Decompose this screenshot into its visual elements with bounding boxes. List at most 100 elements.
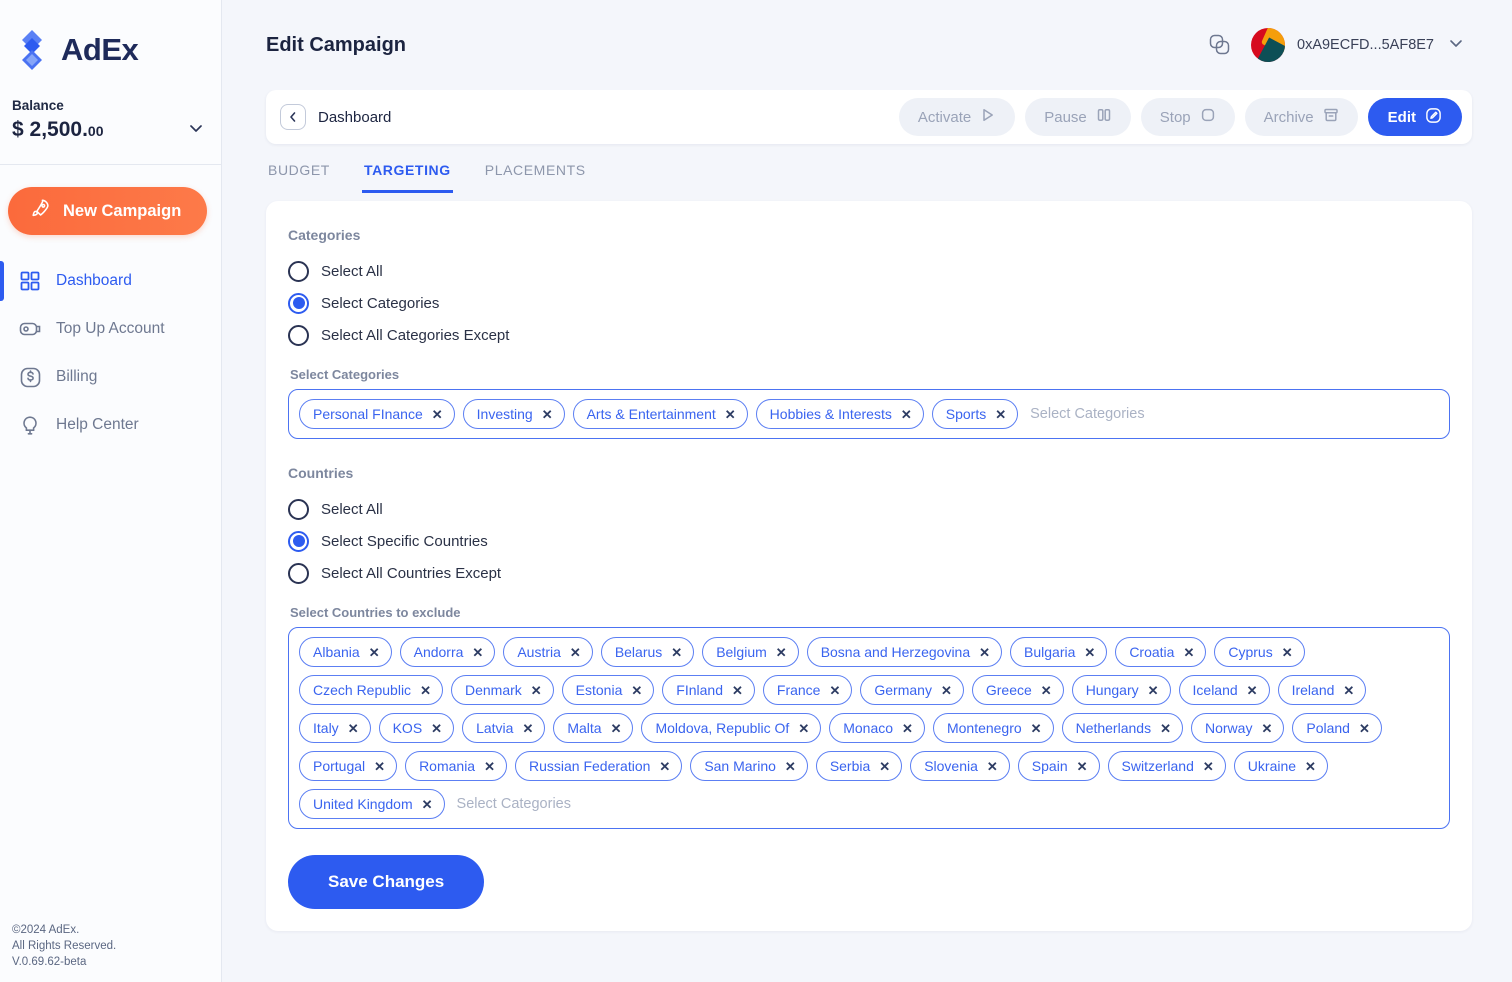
chevron-down-icon[interactable]: [1446, 33, 1466, 58]
country-chip[interactable]: Slovenia✕: [910, 751, 1010, 781]
tab-budget[interactable]: BUDGET: [266, 162, 332, 193]
activate-button[interactable]: Activate: [899, 98, 1015, 136]
close-icon[interactable]: ✕: [995, 408, 1006, 421]
chevron-down-icon[interactable]: [187, 119, 205, 142]
category-chip[interactable]: Sports✕: [932, 399, 1018, 429]
account-menu[interactable]: 0xA9ECFD...5AF8E7: [1251, 28, 1466, 62]
close-icon[interactable]: ✕: [829, 684, 840, 697]
country-chip[interactable]: Estonia✕: [562, 675, 655, 705]
close-icon[interactable]: ✕: [484, 760, 495, 773]
category-chip[interactable]: Hobbies & Interests✕: [756, 399, 924, 429]
categories-option-select-all[interactable]: Select All: [288, 255, 1450, 287]
close-icon[interactable]: ✕: [798, 722, 809, 735]
country-chip[interactable]: Albania✕: [299, 637, 392, 667]
country-chip[interactable]: Germany✕: [860, 675, 963, 705]
close-icon[interactable]: ✕: [941, 684, 952, 697]
countries-option-select-specific[interactable]: Select Specific Countries: [288, 525, 1450, 557]
stop-button[interactable]: Stop: [1141, 98, 1235, 136]
close-icon[interactable]: ✕: [1359, 722, 1370, 735]
radio-icon[interactable]: [288, 563, 309, 584]
country-chip[interactable]: Poland✕: [1292, 713, 1382, 743]
country-chip[interactable]: Monaco✕: [829, 713, 925, 743]
tab-targeting[interactable]: TARGETING: [362, 162, 453, 193]
close-icon[interactable]: ✕: [979, 646, 990, 659]
category-chip[interactable]: Arts & Entertainment✕: [573, 399, 748, 429]
country-chip[interactable]: Romania✕: [405, 751, 507, 781]
country-chip[interactable]: Norway✕: [1191, 713, 1284, 743]
country-chip[interactable]: Portugal✕: [299, 751, 397, 781]
country-chip[interactable]: Montenegro✕: [933, 713, 1054, 743]
country-chip[interactable]: Latvia✕: [462, 713, 545, 743]
radio-icon[interactable]: [288, 261, 309, 282]
country-chip[interactable]: Belarus✕: [601, 637, 694, 667]
close-icon[interactable]: ✕: [374, 760, 385, 773]
close-icon[interactable]: ✕: [420, 684, 431, 697]
country-chip[interactable]: Hungary✕: [1072, 675, 1171, 705]
country-chip[interactable]: Malta✕: [553, 713, 633, 743]
category-chip[interactable]: Investing✕: [463, 399, 565, 429]
country-chip[interactable]: Moldova, Republic Of✕: [641, 713, 821, 743]
back-arrow-icon[interactable]: [280, 104, 306, 130]
country-chip[interactable]: Switzerland✕: [1108, 751, 1226, 781]
sidebar-item-dashboard[interactable]: Dashboard: [0, 257, 221, 305]
country-chip[interactable]: Iceland✕: [1179, 675, 1270, 705]
tab-placements[interactable]: PLACEMENTS: [483, 162, 588, 193]
close-icon[interactable]: ✕: [776, 646, 787, 659]
close-icon[interactable]: ✕: [1183, 646, 1194, 659]
close-icon[interactable]: ✕: [1084, 646, 1095, 659]
country-chip[interactable]: Italy✕: [299, 713, 371, 743]
country-chip[interactable]: Bulgaria✕: [1010, 637, 1107, 667]
close-icon[interactable]: ✕: [369, 646, 380, 659]
country-chip[interactable]: Bosna and Herzegovina✕: [807, 637, 1002, 667]
country-chip[interactable]: Ukraine✕: [1234, 751, 1328, 781]
close-icon[interactable]: ✕: [631, 684, 642, 697]
pause-button[interactable]: Pause: [1025, 98, 1131, 136]
close-icon[interactable]: ✕: [902, 722, 913, 735]
close-icon[interactable]: ✕: [1343, 684, 1354, 697]
country-chip[interactable]: Belgium✕: [702, 637, 799, 667]
country-chip[interactable]: Spain✕: [1018, 751, 1100, 781]
close-icon[interactable]: ✕: [522, 722, 533, 735]
country-chip[interactable]: Andorra✕: [400, 637, 496, 667]
countries-option-select-all-except[interactable]: Select All Countries Except: [288, 557, 1450, 589]
new-campaign-button[interactable]: New Campaign: [8, 187, 207, 235]
category-chip[interactable]: Personal FInance✕: [299, 399, 455, 429]
radio-icon[interactable]: [288, 325, 309, 346]
sidebar-item-top-up-account[interactable]: Top Up Account: [0, 305, 221, 353]
country-chip[interactable]: France✕: [763, 675, 852, 705]
country-chip[interactable]: Denmark✕: [451, 675, 554, 705]
edit-button[interactable]: Edit: [1368, 98, 1462, 136]
close-icon[interactable]: ✕: [1031, 722, 1042, 735]
close-icon[interactable]: ✕: [725, 408, 736, 421]
category-input-placeholder[interactable]: Select Categories: [1026, 406, 1144, 422]
country-chip[interactable]: Greece✕: [972, 675, 1064, 705]
categories-chip-input[interactable]: Personal FInance✕ Investing✕ Arts & Entert…: [288, 389, 1450, 439]
close-icon[interactable]: ✕: [348, 722, 359, 735]
close-icon[interactable]: ✕: [901, 408, 912, 421]
close-icon[interactable]: ✕: [1148, 684, 1159, 697]
close-icon[interactable]: ✕: [531, 684, 542, 697]
archive-button[interactable]: Archive: [1245, 98, 1358, 136]
sidebar-item-billing[interactable]: Billing: [0, 353, 221, 401]
close-icon[interactable]: ✕: [1077, 760, 1088, 773]
categories-option-select-categories[interactable]: Select Categories: [288, 287, 1450, 319]
close-icon[interactable]: ✕: [472, 646, 483, 659]
close-icon[interactable]: ✕: [732, 684, 743, 697]
radio-icon[interactable]: [288, 293, 309, 314]
breadcrumb[interactable]: Dashboard: [280, 104, 391, 130]
radio-icon[interactable]: [288, 499, 309, 520]
close-icon[interactable]: ✕: [432, 408, 443, 421]
sidebar-item-help-center[interactable]: Help Center: [0, 401, 221, 449]
close-icon[interactable]: ✕: [542, 408, 553, 421]
country-chip[interactable]: Cyprus✕: [1214, 637, 1304, 667]
close-icon[interactable]: ✕: [659, 760, 670, 773]
balance-box[interactable]: Balance $ 2,500.00: [0, 72, 221, 164]
country-chip[interactable]: Czech Republic✕: [299, 675, 443, 705]
close-icon[interactable]: ✕: [1305, 760, 1316, 773]
country-chip[interactable]: KOS✕: [379, 713, 454, 743]
close-icon[interactable]: ✕: [422, 798, 433, 811]
close-icon[interactable]: ✕: [570, 646, 581, 659]
close-icon[interactable]: ✕: [1160, 722, 1171, 735]
countries-chip-input[interactable]: Albania✕Andorra✕Austria✕Belarus✕Belgium✕…: [288, 627, 1450, 829]
country-chip[interactable]: Russian Federation✕: [515, 751, 682, 781]
